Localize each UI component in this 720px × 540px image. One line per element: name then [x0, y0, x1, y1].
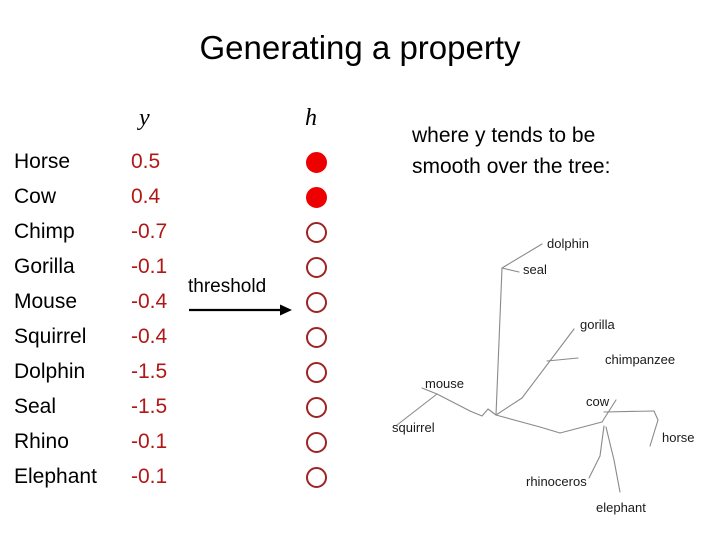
filled-circle-icon	[306, 187, 327, 208]
hollow-circle-icon	[306, 467, 327, 488]
table-row: Elephant -0.1	[0, 463, 360, 498]
table-row: Cow 0.4	[0, 183, 360, 218]
tree-leaf-label: elephant	[596, 500, 646, 515]
tree-leaf-label: horse	[662, 430, 695, 445]
filled-circle-icon	[306, 152, 327, 173]
table-row: Rhino -0.1	[0, 428, 360, 463]
y-value: -0.1	[131, 255, 168, 278]
species-label: Horse	[14, 150, 71, 173]
h-indicator	[306, 257, 330, 281]
h-indicator	[306, 327, 330, 351]
hollow-circle-icon	[306, 362, 327, 383]
species-table: Horse 0.5 Cow 0.4 Chimp -0.7 Gorilla -0.1 Mouse -…	[0, 148, 360, 498]
tree-leaf-label: dolphin	[547, 236, 589, 251]
hollow-circle-icon	[306, 222, 327, 243]
species-label: Dolphin	[14, 360, 86, 383]
side-note: where y tends to be smooth over the tree…	[412, 120, 712, 182]
species-label: Squirrel	[14, 325, 87, 348]
arrow-right-icon	[189, 304, 292, 316]
h-indicator	[306, 362, 330, 386]
column-header-h: h	[305, 105, 317, 131]
hollow-circle-icon	[306, 327, 327, 348]
tree-leaf-label: squirrel	[392, 420, 435, 435]
y-value: -0.1	[131, 430, 168, 453]
column-header-y: y	[139, 105, 150, 131]
h-indicator	[306, 467, 330, 491]
table-row: Dolphin -1.5	[0, 358, 360, 393]
hollow-circle-icon	[306, 257, 327, 278]
hollow-circle-icon	[306, 432, 327, 453]
tree-leaf-label: gorilla	[580, 317, 615, 332]
threshold-label: threshold	[188, 276, 267, 297]
h-indicator	[306, 292, 330, 316]
species-label: Gorilla	[14, 255, 75, 278]
side-note-line-1: where y tends to be	[412, 124, 596, 147]
y-value: -0.1	[131, 465, 168, 488]
phylogenetic-tree: dolphin seal gorilla chimpanzee mouse cow squi…	[392, 228, 720, 528]
species-label: Chimp	[14, 220, 75, 243]
table-row: Chimp -0.7	[0, 218, 360, 253]
y-value: -0.4	[131, 325, 168, 348]
species-label: Mouse	[14, 290, 78, 313]
threshold-annotation: threshold	[188, 276, 308, 318]
species-label: Rhino	[14, 430, 69, 453]
tree-leaf-label: rhinoceros	[526, 474, 587, 489]
h-indicator	[306, 397, 330, 421]
y-value: -0.7	[131, 220, 168, 243]
species-label: Elephant	[14, 465, 97, 488]
y-value: 0.5	[131, 150, 161, 173]
hollow-circle-icon	[306, 292, 327, 313]
h-indicator	[306, 222, 330, 246]
table-row: Seal -1.5	[0, 393, 360, 428]
hollow-circle-icon	[306, 397, 327, 418]
table-row: Horse 0.5	[0, 148, 360, 183]
species-label: Seal	[14, 395, 57, 418]
species-label: Cow	[14, 185, 57, 208]
y-value: -0.4	[131, 290, 168, 313]
tree-leaf-label: seal	[523, 262, 547, 277]
tree-leaf-label: mouse	[425, 376, 465, 391]
table-row: Squirrel -0.4	[0, 323, 360, 358]
y-value: -1.5	[131, 360, 168, 383]
y-value: -1.5	[131, 395, 168, 418]
tree-leaf-label: chimpanzee	[605, 352, 676, 367]
slide-canvas: Generating a property y h Horse 0.5 Cow 0.4…	[0, 0, 720, 540]
h-indicator	[306, 432, 330, 456]
h-indicator	[306, 152, 330, 176]
side-note-line-2: smooth over the tree:	[412, 155, 611, 178]
tree-leaf-label: cow	[586, 394, 610, 409]
page-title: Generating a property	[199, 29, 521, 66]
h-indicator	[306, 187, 330, 211]
y-value: 0.4	[131, 185, 161, 208]
